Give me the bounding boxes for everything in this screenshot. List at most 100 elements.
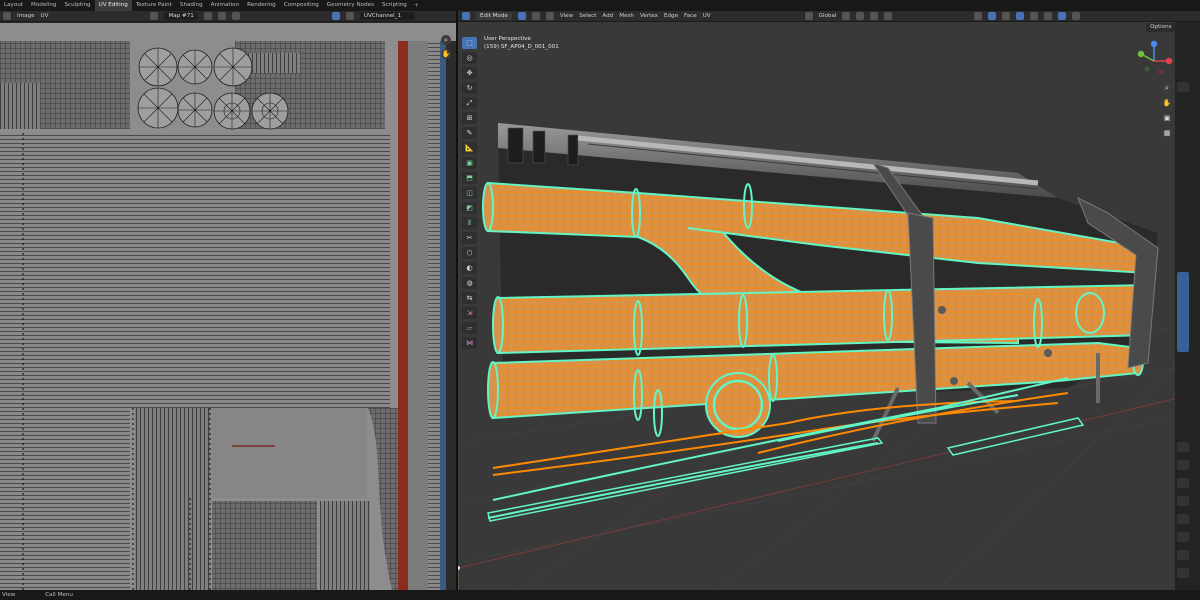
bevel-icon[interactable]: ◩ bbox=[462, 202, 477, 214]
sidebar-tab-extra2[interactable] bbox=[1177, 514, 1189, 524]
face-select-icon[interactable] bbox=[545, 12, 554, 20]
measure-icon[interactable]: 📐 bbox=[462, 142, 477, 154]
menu-select[interactable]: Select bbox=[579, 13, 596, 19]
editor-type-icon[interactable] bbox=[462, 12, 470, 20]
smooth-icon[interactable]: ◍ bbox=[462, 277, 477, 289]
image-name-field[interactable]: Map #71 bbox=[164, 12, 198, 20]
zoom-icon[interactable]: ⌕ bbox=[1162, 83, 1172, 93]
grid-ortho-icon[interactable]: ▦ bbox=[1162, 128, 1172, 138]
uv-sync-icon[interactable] bbox=[331, 12, 340, 20]
hand-pan-icon[interactable]: ✋ bbox=[441, 49, 451, 59]
menu-vertex[interactable]: Vertex bbox=[640, 13, 658, 19]
viewport-nav-tools: ⌕ ✋ ▣ ▦ bbox=[1162, 83, 1172, 138]
knife-icon[interactable]: ✂ bbox=[462, 232, 477, 244]
add-workspace-button[interactable]: + bbox=[411, 2, 422, 9]
add-cube-icon[interactable]: ▣ bbox=[462, 157, 477, 169]
shading-material-icon[interactable] bbox=[1058, 12, 1067, 20]
annotate-icon[interactable]: ✎ bbox=[462, 127, 477, 139]
object-name-label: (159) SF_AP04_D_001_001 bbox=[484, 44, 559, 50]
workspace-tab-sculpting[interactable]: Sculpting bbox=[60, 0, 94, 11]
xray-icon[interactable] bbox=[1016, 12, 1025, 20]
viewport-canvas[interactable] bbox=[458, 23, 1200, 590]
editor-type-icon[interactable] bbox=[3, 12, 11, 20]
workspace-tab-geometry-nodes[interactable]: Geometry Nodes bbox=[323, 0, 378, 11]
camera-icon[interactable]: ▣ bbox=[1162, 113, 1172, 123]
uv-menu-image[interactable]: Image bbox=[17, 13, 35, 19]
uv-editor: Image UV Map #71 UVChannel_1 ⌕ ✋ bbox=[0, 11, 456, 590]
workspace-tab-shading[interactable]: Shading bbox=[176, 0, 207, 11]
workspace-tab-rendering[interactable]: Rendering bbox=[243, 0, 280, 11]
image-open-icon[interactable] bbox=[217, 12, 226, 20]
sidebar-tab-extra[interactable] bbox=[1177, 496, 1189, 506]
menu-add[interactable]: Add bbox=[602, 13, 613, 19]
pin-icon[interactable] bbox=[231, 12, 240, 20]
uv-select-mode-icon[interactable] bbox=[345, 12, 354, 20]
menu-mesh[interactable]: Mesh bbox=[619, 13, 634, 19]
scale-icon[interactable]: ⤢ bbox=[462, 97, 477, 109]
poly-build-icon[interactable]: ⬡ bbox=[462, 247, 477, 259]
visibility-icon[interactable] bbox=[974, 12, 983, 20]
status-bar: View Call Menu bbox=[0, 590, 1200, 600]
sidebar-tab-edit[interactable] bbox=[1177, 460, 1189, 470]
spin-icon[interactable]: ◐ bbox=[462, 262, 477, 274]
move-icon[interactable]: ✥ bbox=[462, 67, 477, 79]
tool-shelf: ⬚ ◎ ✥ ↻ ⤢ ⊞ ✎ 📐 ▣ ⬒ ◫ ◩ ⫴ ✂ ⬡ ◐ ◍ ⇆ ⇲ ▱ ⋈ bbox=[462, 37, 477, 349]
sidebar-tab-item[interactable] bbox=[1177, 82, 1189, 92]
uv-nav-tools: ⌕ ✋ bbox=[441, 35, 451, 59]
menu-uv[interactable]: UV bbox=[703, 13, 711, 19]
workspace-tab-modeling[interactable]: Modeling bbox=[27, 0, 60, 11]
gizmo-toggle-icon[interactable] bbox=[988, 12, 997, 20]
menu-view[interactable]: View bbox=[560, 13, 573, 19]
sidebar-tab-tool[interactable] bbox=[1177, 272, 1189, 352]
image-browse-icon[interactable] bbox=[150, 12, 159, 20]
menu-edge[interactable]: Edge bbox=[664, 13, 678, 19]
proportional-edit-icon[interactable] bbox=[884, 12, 893, 20]
sidebar-tab-extra5[interactable] bbox=[1177, 568, 1189, 578]
sidebar-tab-extra3[interactable] bbox=[1177, 532, 1189, 542]
zoom-icon[interactable]: ⌕ bbox=[441, 35, 451, 45]
viewport-info: User Perspective (159) SF_AP04_D_001_001 bbox=[484, 35, 559, 51]
sidebar-tabs-strip bbox=[1175, 22, 1200, 590]
sidebar-tab-view[interactable] bbox=[1177, 442, 1189, 452]
shrink-icon[interactable]: ⇲ bbox=[462, 307, 477, 319]
transform-icon[interactable]: ⊞ bbox=[462, 112, 477, 124]
workspace-tab-texture-paint[interactable]: Texture Paint bbox=[132, 0, 176, 11]
uv-menu-uv[interactable]: UV bbox=[41, 13, 49, 19]
mode-dropdown[interactable]: Edit Mode bbox=[476, 12, 512, 20]
uv-map-field[interactable]: UVChannel_1 bbox=[359, 12, 415, 20]
workspace-tab-animation[interactable]: Animation bbox=[207, 0, 244, 11]
3d-viewport: Edit Mode View Select Add Mesh Vertex Ed… bbox=[458, 11, 1200, 590]
edge-select-icon[interactable] bbox=[531, 12, 540, 20]
options-dropdown[interactable]: Options bbox=[1146, 23, 1176, 32]
select-box-icon[interactable]: ⬚ bbox=[462, 37, 477, 49]
extrude-icon[interactable]: ⬒ bbox=[462, 172, 477, 184]
cursor-icon[interactable]: ◎ bbox=[462, 52, 477, 64]
navigation-gizmo[interactable] bbox=[1134, 39, 1174, 79]
inset-icon[interactable]: ◫ bbox=[462, 187, 477, 199]
orientation-icon[interactable] bbox=[804, 12, 813, 20]
shading-wire-icon[interactable] bbox=[1030, 12, 1039, 20]
sidebar-tab-extra4[interactable] bbox=[1177, 550, 1189, 560]
image-new-icon[interactable] bbox=[203, 12, 212, 20]
workspace-tab-scripting[interactable]: Scripting bbox=[378, 0, 411, 11]
shading-render-icon[interactable] bbox=[1072, 12, 1081, 20]
pivot-icon[interactable] bbox=[842, 12, 851, 20]
orientation-dropdown[interactable]: Global bbox=[819, 13, 837, 19]
edge-slide-icon[interactable]: ⇆ bbox=[462, 292, 477, 304]
menu-face[interactable]: Face bbox=[684, 13, 697, 19]
shear-icon[interactable]: ▱ bbox=[462, 322, 477, 334]
workspace-tab-compositing[interactable]: Compositing bbox=[280, 0, 323, 11]
snap-target-icon[interactable] bbox=[870, 12, 879, 20]
hand-pan-icon[interactable]: ✋ bbox=[1162, 98, 1172, 108]
shading-solid-icon[interactable] bbox=[1044, 12, 1053, 20]
sidebar-tab-misc[interactable] bbox=[1177, 478, 1189, 488]
overlays-icon[interactable] bbox=[1002, 12, 1011, 20]
snap-icon[interactable] bbox=[856, 12, 865, 20]
rotate-icon[interactable]: ↻ bbox=[462, 82, 477, 94]
loop-cut-icon[interactable]: ⫴ bbox=[462, 217, 477, 229]
uv-canvas[interactable] bbox=[0, 23, 456, 590]
workspace-tab-layout[interactable]: Layout bbox=[0, 0, 27, 11]
vertex-select-icon[interactable] bbox=[517, 12, 526, 20]
rip-icon[interactable]: ⋈ bbox=[462, 337, 477, 349]
workspace-tab-uv-editing[interactable]: UV Editing bbox=[94, 0, 132, 11]
